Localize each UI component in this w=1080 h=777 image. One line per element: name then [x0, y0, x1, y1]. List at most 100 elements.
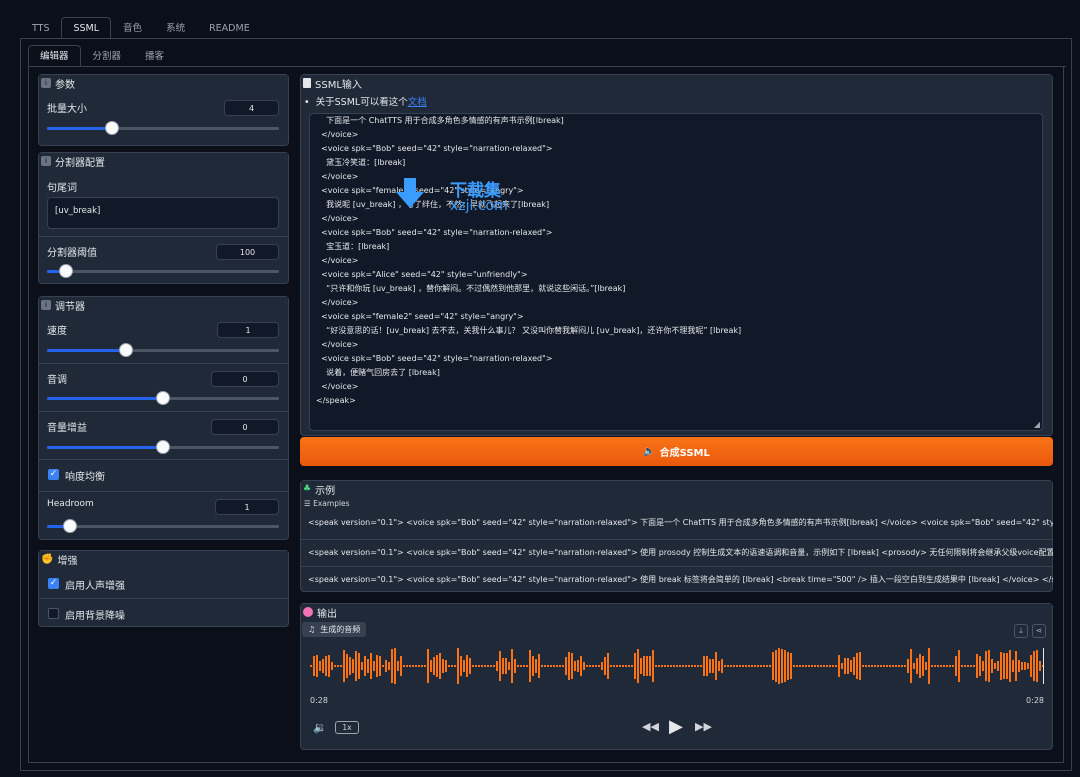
waveform-bar: [613, 665, 615, 667]
enhance-title-text: 增强: [57, 555, 78, 567]
waveform-bar: [802, 665, 804, 667]
waveform-bar: [589, 665, 591, 667]
waveform-bar: [634, 653, 636, 679]
waveform-bar: [763, 665, 765, 667]
waveform-bar: [361, 661, 363, 671]
waveform-bar: [538, 653, 540, 679]
waveform-bar: [721, 658, 723, 674]
threshold-slider[interactable]: [47, 264, 279, 278]
eos-input[interactable]: [uv_break]: [47, 197, 279, 229]
ssml-code-line: 黛玉冷笑道：[lbreak]: [316, 158, 406, 167]
waveform-bar: [913, 662, 915, 670]
waveform-bar: [451, 665, 453, 667]
rewind-icon[interactable]: ◀◀: [642, 720, 659, 733]
waveform-bar: [562, 665, 564, 667]
pitch-input[interactable]: 0: [211, 371, 279, 387]
tab-splitter[interactable]: 分割器: [81, 45, 134, 67]
waveform-bar: [985, 651, 987, 681]
batch-size-input[interactable]: 4: [224, 100, 279, 116]
tab-voice[interactable]: 音色: [111, 17, 154, 39]
ssml-doc-link[interactable]: 文档: [408, 97, 427, 108]
headroom-knob[interactable]: [63, 519, 78, 533]
waveform-bar: [379, 655, 381, 677]
waveform-bar: [712, 659, 714, 673]
divider: [39, 236, 288, 237]
divider: [39, 598, 288, 599]
ssml-title-text: SSML输入: [315, 79, 362, 91]
document-icon: [303, 78, 311, 88]
waveform-bar: [409, 665, 411, 667]
playback-speed-button[interactable]: 1x: [335, 721, 359, 734]
waveform-bar: [919, 654, 921, 678]
waveform-bar: [820, 665, 822, 667]
ssml-code-line: 宝玉道：[lbreak]: [316, 242, 390, 251]
threshold-input[interactable]: 100: [216, 244, 279, 260]
example-row[interactable]: <speak version="0.1"> <voice spk="Bob" s…: [300, 566, 1053, 592]
headroom-input[interactable]: 1: [215, 499, 279, 515]
waveform-bar: [883, 665, 885, 667]
top-tab-bar: TTS SSML 音色 系统 README: [20, 17, 262, 39]
waveform-bar: [463, 659, 465, 673]
tab-readme[interactable]: README: [197, 17, 262, 39]
batch-size-slider[interactable]: [47, 121, 279, 135]
waveform-bar: [946, 665, 948, 667]
waveform-bar: [1012, 659, 1014, 673]
threshold-knob[interactable]: [58, 264, 73, 278]
waveform-bar: [448, 665, 450, 667]
volume-icon[interactable]: 🔉: [313, 721, 327, 734]
waveform-bar: [847, 657, 849, 675]
gain-input[interactable]: 0: [211, 419, 279, 435]
waveform-bar: [688, 665, 690, 667]
tab-podcast[interactable]: 播客: [133, 45, 176, 67]
batch-size-knob[interactable]: [104, 121, 119, 135]
waveform-bar: [508, 661, 510, 671]
batch-size-label: 批量大小: [47, 104, 87, 115]
waveform-bar: [358, 653, 360, 679]
waveform-bar: [679, 665, 681, 667]
waveform-bar: [769, 665, 771, 667]
waveform-bar: [487, 665, 489, 667]
example-row[interactable]: <speak version="0.1"> <voice spk="Bob" s…: [300, 539, 1053, 565]
waveform-bar: [475, 665, 477, 667]
play-icon[interactable]: ▶: [669, 716, 683, 737]
loudness-checkbox[interactable]: ✓: [48, 469, 59, 480]
ssml-textarea[interactable]: 下面是一个 ChatTTS 用于合成多角色多情感的有声书示例[lbreak] <…: [309, 113, 1043, 431]
waveform-bar: [934, 665, 936, 667]
download-icon[interactable]: ⤓: [1014, 624, 1028, 638]
pitch-knob[interactable]: [156, 391, 170, 405]
waveform-bar: [505, 657, 507, 675]
denoise-checkbox[interactable]: [48, 608, 59, 619]
tab-system[interactable]: 系统: [154, 17, 197, 39]
splitter-title-text: 分割器配置: [55, 157, 105, 169]
pitch-slider[interactable]: [47, 391, 279, 405]
info-icon: i: [41, 78, 51, 88]
tab-ssml[interactable]: SSML: [61, 17, 112, 39]
waveform-bar: [502, 657, 504, 675]
tab-editor[interactable]: 编辑器: [28, 45, 81, 67]
speed-input[interactable]: 1: [217, 322, 279, 338]
speed-knob[interactable]: [118, 343, 133, 357]
waveform-bar: [619, 665, 621, 667]
share-icon[interactable]: ⋖: [1032, 624, 1046, 638]
vocal-enhance-checkbox[interactable]: ✓: [48, 578, 59, 589]
waveform-bar: [901, 665, 903, 667]
waveform-bar: [976, 654, 978, 678]
waveform-bar: [607, 652, 609, 680]
waveform-bar: [397, 661, 399, 671]
fast-forward-icon[interactable]: ▶▶: [695, 720, 712, 733]
audio-waveform[interactable]: [310, 646, 1044, 686]
waveform-bar: [1000, 652, 1002, 680]
waveform-bar: [457, 648, 459, 684]
waveform-bar: [832, 665, 834, 667]
waveform-bar: [991, 659, 993, 673]
resize-handle-icon[interactable]: ◢: [1034, 420, 1040, 429]
waveform-bar: [403, 665, 405, 667]
synthesize-ssml-button[interactable]: 🔈 合成SSML: [300, 437, 1053, 466]
headroom-slider[interactable]: [47, 519, 279, 533]
gain-slider[interactable]: [47, 440, 279, 454]
gain-knob[interactable]: [156, 440, 170, 454]
pitch-label: 音调: [47, 375, 67, 386]
example-row[interactable]: <speak version="0.1"> <voice spk="Bob" s…: [300, 510, 1053, 536]
speed-slider[interactable]: [47, 343, 279, 357]
tab-tts[interactable]: TTS: [20, 17, 61, 39]
